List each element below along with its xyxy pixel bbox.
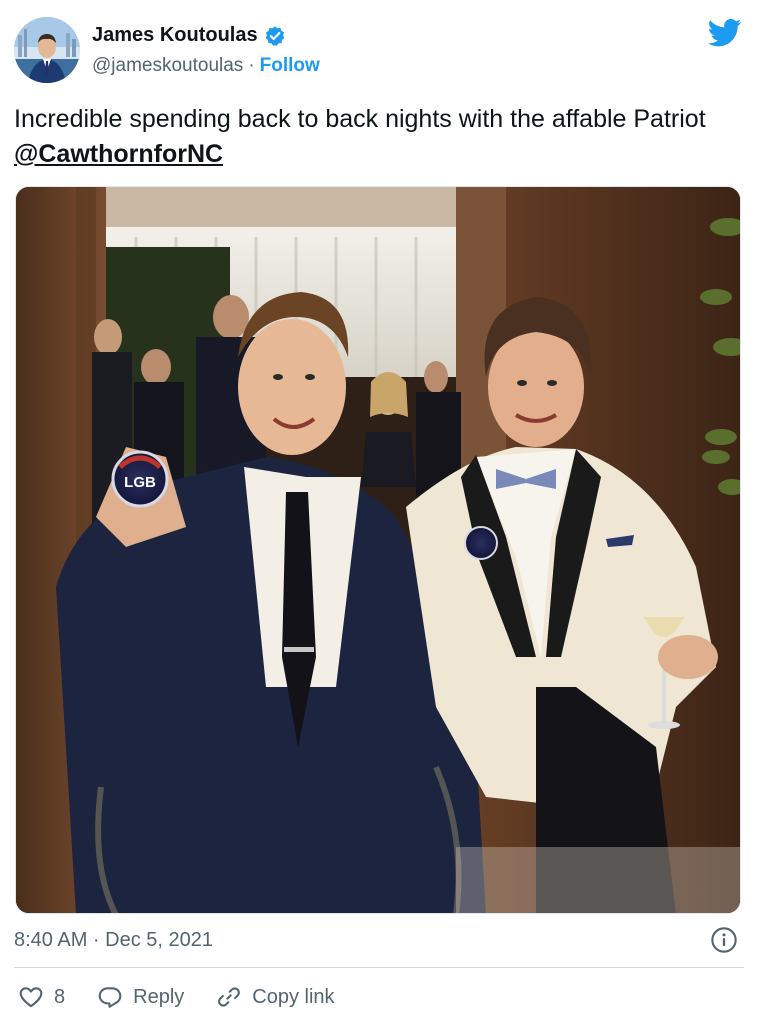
follow-button[interactable]: Follow bbox=[260, 55, 320, 77]
copy-link-label: Copy link bbox=[252, 985, 335, 1008]
badge-text: LGB bbox=[124, 474, 156, 491]
like-count: 8 bbox=[54, 985, 66, 1008]
author-avatar[interactable] bbox=[14, 17, 80, 83]
copy-link-button[interactable]: Copy link bbox=[216, 984, 335, 1010]
reply-bubble-icon bbox=[97, 984, 123, 1010]
reply-button[interactable]: Reply bbox=[97, 984, 184, 1010]
author-name-row: James Koutoulas bbox=[92, 24, 286, 47]
reply-label: Reply bbox=[133, 985, 185, 1008]
tweet-text: Incredible spending back to back nights … bbox=[14, 102, 734, 172]
tweet-body: Incredible spending back to back nights … bbox=[14, 105, 706, 133]
heart-icon bbox=[18, 984, 44, 1010]
like-button[interactable]: 8 bbox=[18, 984, 65, 1010]
author-display-name[interactable]: James Koutoulas bbox=[92, 24, 258, 47]
mention-link[interactable]: @CawthornforNC bbox=[14, 140, 223, 168]
actions-divider bbox=[14, 967, 744, 968]
tweet-timestamp[interactable]: 8:40 AM · Dec 5, 2021 bbox=[14, 929, 213, 952]
author-handle[interactable]: @jameskoutoulas bbox=[92, 55, 243, 77]
tweet-actions: 8 Reply Copy link bbox=[18, 984, 367, 1010]
link-icon bbox=[216, 984, 242, 1010]
author-handle-row: @jameskoutoulas · Follow bbox=[92, 55, 320, 77]
tweet-photo[interactable]: LGB bbox=[15, 186, 741, 914]
tweet-card: James Koutoulas @jameskoutoulas · Follow… bbox=[0, 0, 758, 1024]
verified-badge-icon bbox=[264, 25, 286, 47]
handle-separator: · bbox=[248, 55, 255, 76]
